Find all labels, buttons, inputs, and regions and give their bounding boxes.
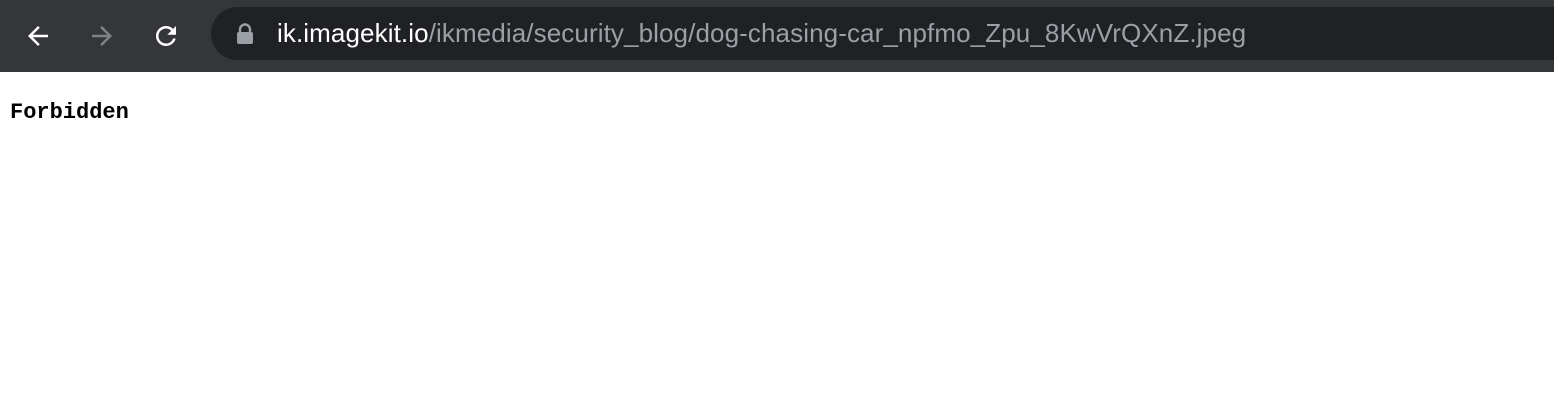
url-host: ik.imagekit.io — [277, 18, 429, 48]
page-body-text: Forbidden — [10, 100, 129, 125]
reload-button[interactable] — [143, 13, 189, 59]
lock-icon[interactable] — [234, 22, 256, 46]
arrow-right-icon — [92, 26, 112, 46]
back-button[interactable] — [15, 13, 61, 59]
arrow-left-icon — [28, 26, 48, 46]
reload-icon — [155, 25, 176, 46]
url-text[interactable]: ik.imagekit.io/ikmedia/security_blog/dog… — [277, 18, 1246, 49]
forward-button[interactable] — [79, 13, 125, 59]
url-path: /ikmedia/security_blog/dog-chasing-car_n… — [428, 18, 1247, 48]
browser-toolbar: ik.imagekit.io/ikmedia/security_blog/dog… — [0, 0, 1554, 72]
address-bar[interactable]: ik.imagekit.io/ikmedia/security_blog/dog… — [211, 7, 1554, 60]
